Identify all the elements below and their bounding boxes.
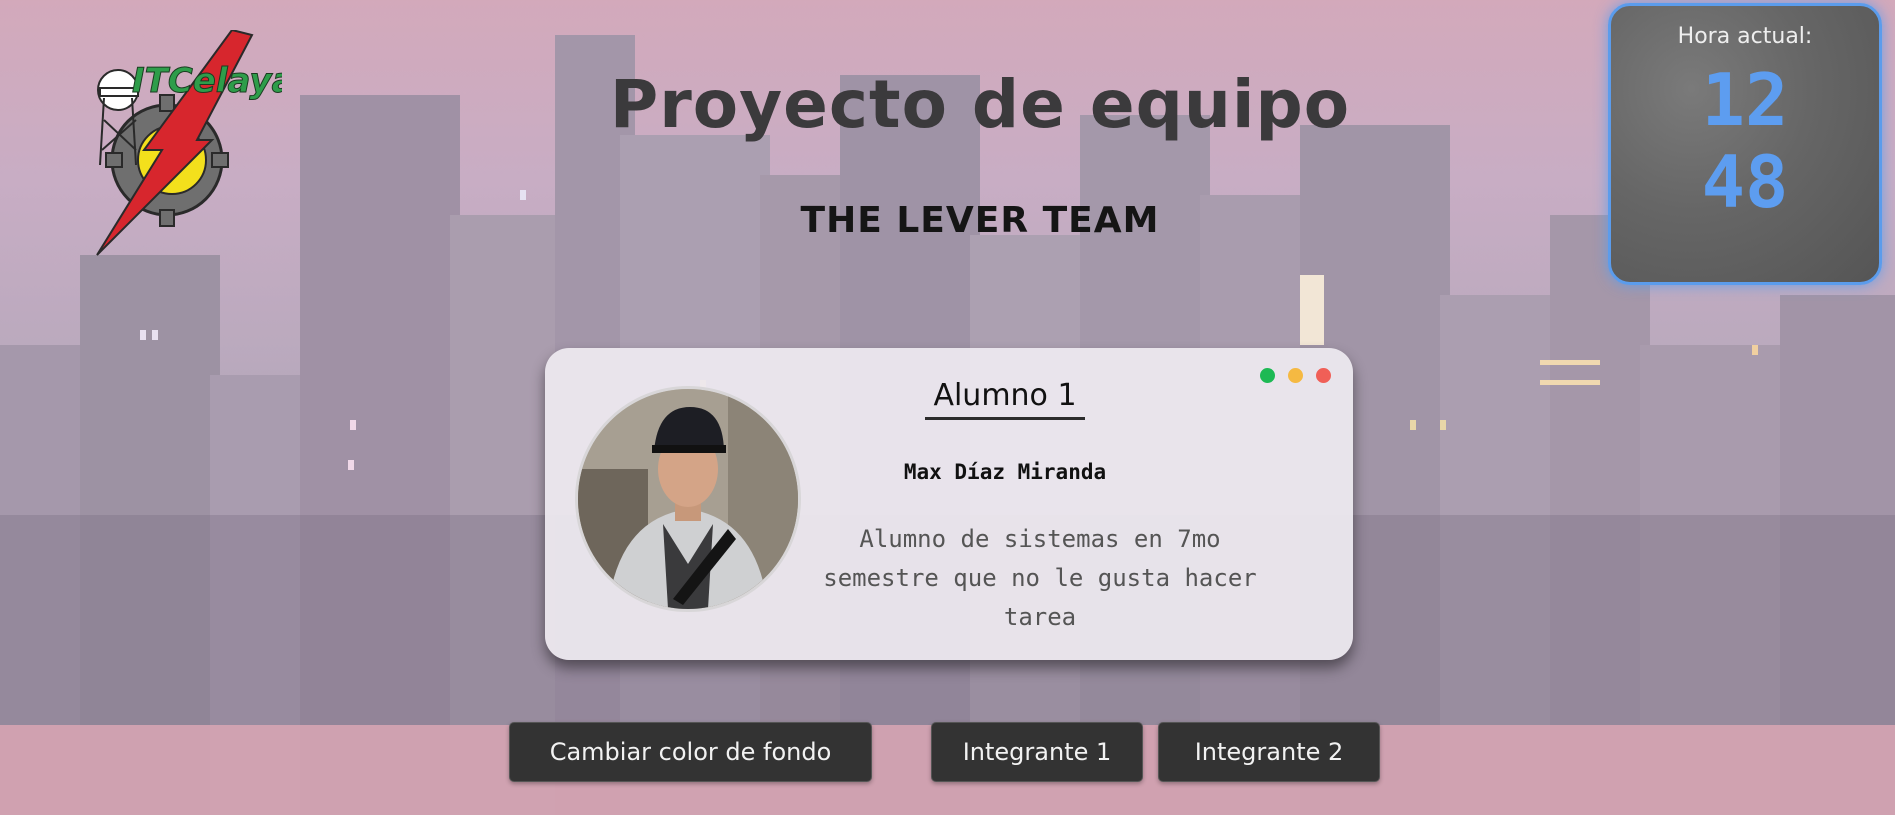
window-dots (1260, 368, 1331, 383)
clock-hour: 12 (1701, 58, 1789, 142)
student-photo-icon (578, 389, 798, 609)
member-1-button[interactable]: Integrante 1 (931, 722, 1143, 782)
yellow-dot-icon (1288, 368, 1303, 383)
student-photo (575, 386, 801, 612)
member-2-button[interactable]: Integrante 2 (1158, 722, 1380, 782)
green-dot-icon (1260, 368, 1275, 383)
student-card: Alumno 1 Max Díaz Miranda Alumno de sist… (545, 348, 1353, 660)
clock-label: Hora actual: (1677, 24, 1813, 49)
student-name: Max Díaz Miranda (903, 460, 1107, 484)
red-dot-icon (1316, 368, 1331, 383)
clock-minute: 48 (1701, 140, 1789, 224)
clock-widget: Hora actual: 12 48 (1608, 3, 1882, 285)
student-description: Alumno de sistemas en 7mo semestre que n… (823, 525, 1257, 631)
card-title: Alumno 1 (925, 378, 1085, 420)
page-title-text: Proyecto de equipo (609, 66, 1351, 143)
change-background-button[interactable]: Cambiar color de fondo (509, 722, 872, 782)
